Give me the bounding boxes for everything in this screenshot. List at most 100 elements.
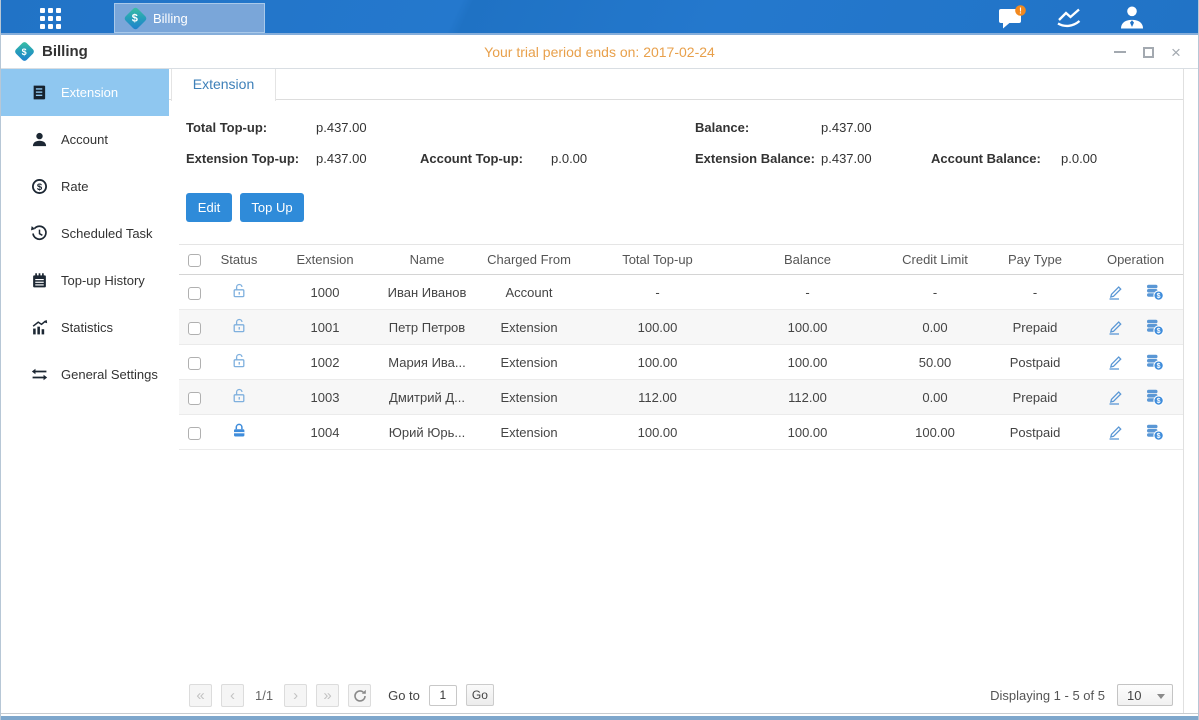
- go-button[interactable]: Go: [466, 684, 494, 706]
- lock-open-icon: [231, 317, 248, 334]
- first-page-icon[interactable]: «: [189, 684, 212, 707]
- col-name: Name: [381, 245, 473, 275]
- balance-label: Balance:: [695, 120, 749, 135]
- edit-pencil-icon[interactable]: [1107, 318, 1125, 336]
- statistics-topbar-icon[interactable]: [1056, 5, 1088, 34]
- cell-status: [209, 345, 269, 380]
- topup-coins-icon[interactable]: $: [1145, 388, 1164, 406]
- app-body: Extension Account $ Rate Scheduled Task: [1, 69, 1198, 714]
- lock-open-icon: [231, 282, 248, 299]
- svg-text:$: $: [1156, 293, 1160, 300]
- main-content: Extension Total Top-up: p.437.00 Balance…: [169, 69, 1198, 713]
- cell-charged-from: Extension: [473, 310, 585, 345]
- close-icon[interactable]: ×: [1168, 44, 1184, 60]
- cell-balance: -: [730, 275, 885, 310]
- apps-grid-icon[interactable]: [40, 8, 61, 29]
- row-checkbox[interactable]: [188, 357, 201, 370]
- sidebar-item-statistics[interactable]: Statistics: [1, 304, 169, 351]
- topup-coins-icon[interactable]: $: [1145, 318, 1164, 336]
- edit-pencil-icon[interactable]: [1107, 283, 1125, 301]
- user-icon[interactable]: [1118, 5, 1146, 34]
- chevron-down-icon: [1157, 694, 1165, 699]
- maximize-icon[interactable]: [1140, 44, 1156, 60]
- col-balance: Balance: [730, 245, 885, 275]
- row-checkbox[interactable]: [188, 322, 201, 335]
- topup-coins-icon[interactable]: $: [1145, 353, 1164, 371]
- col-status: Status: [209, 245, 269, 275]
- cell-name: Петр Петров: [381, 310, 473, 345]
- row-checkbox[interactable]: [188, 392, 201, 405]
- cell-extension: 1001: [269, 310, 381, 345]
- col-charged-from: Charged From: [473, 245, 585, 275]
- select-all-checkbox[interactable]: [188, 254, 201, 267]
- sidebar-item-scheduled-task[interactable]: Scheduled Task: [1, 210, 169, 257]
- next-page-icon[interactable]: ›: [284, 684, 307, 707]
- sidebar-item-general-settings[interactable]: General Settings: [1, 351, 169, 398]
- table-row[interactable]: 1002 Мария Ива... Extension 100.00 100.0…: [179, 345, 1186, 380]
- total-topup-label: Total Top-up:: [186, 120, 267, 135]
- row-checkbox[interactable]: [188, 427, 201, 440]
- tab-extension[interactable]: Extension: [171, 69, 276, 101]
- sidebar-item-label: Scheduled Task: [61, 226, 153, 241]
- sidebar-item-account[interactable]: Account: [1, 116, 169, 163]
- row-checkbox[interactable]: [188, 287, 201, 300]
- displaying-info: Displaying 1 - 5 of 5: [990, 688, 1105, 703]
- top-up-button[interactable]: Top Up: [240, 193, 304, 222]
- cell-extension: 1003: [269, 380, 381, 415]
- edit-pencil-icon[interactable]: [1107, 423, 1125, 441]
- extension-balance-label: Extension Balance:: [695, 151, 815, 166]
- billing-app-tab[interactable]: $ Billing: [114, 3, 265, 33]
- badge-exclamation: !: [1019, 6, 1022, 15]
- cell-total-topup: -: [585, 275, 730, 310]
- cell-extension: 1000: [269, 275, 381, 310]
- sidebar-item-label: Top-up History: [61, 273, 145, 288]
- col-operation: Operation: [1085, 245, 1186, 275]
- statistics-icon: [31, 319, 48, 336]
- prev-page-icon[interactable]: ‹: [221, 684, 244, 707]
- last-page-icon[interactable]: »: [316, 684, 339, 707]
- col-extension: Extension: [269, 245, 381, 275]
- page-size-dropdown[interactable]: 10: [1117, 684, 1173, 706]
- cell-pay-type: Prepaid: [985, 380, 1085, 415]
- cell-pay-type: Prepaid: [985, 310, 1085, 345]
- cell-extension: 1004: [269, 415, 381, 450]
- cell-name: Юрий Юрь...: [381, 415, 473, 450]
- total-topup-value: p.437.00: [316, 120, 367, 135]
- edit-pencil-icon[interactable]: [1107, 388, 1125, 406]
- cell-credit-limit: 0.00: [885, 310, 985, 345]
- col-total-topup: Total Top-up: [585, 245, 730, 275]
- edit-button[interactable]: Edit: [186, 193, 232, 222]
- sidebar-item-rate[interactable]: $ Rate: [1, 163, 169, 210]
- account-topup-value: p.0.00: [551, 151, 587, 166]
- cell-name: Иван Иванов: [381, 275, 473, 310]
- sidebar-item-label: General Settings: [61, 367, 158, 382]
- rate-icon: $: [31, 178, 48, 195]
- page-size-value: 10: [1127, 688, 1141, 703]
- cell-status: [209, 310, 269, 345]
- lock-closed-icon: [231, 422, 248, 439]
- cell-total-topup: 100.00: [585, 415, 730, 450]
- cell-operation: $: [1085, 345, 1186, 380]
- sidebar-item-extension[interactable]: Extension: [1, 69, 169, 116]
- sidebar-item-label: Account: [61, 132, 108, 147]
- titlebar: $ Billing Your trial period ends on: 201…: [1, 35, 1198, 69]
- minimize-icon[interactable]: [1112, 44, 1128, 60]
- sidebar-item-label: Rate: [61, 179, 88, 194]
- topup-coins-icon[interactable]: $: [1145, 283, 1164, 301]
- refresh-icon[interactable]: [348, 684, 371, 707]
- table-row[interactable]: 1004 Юрий Юрь... Extension 100.00 100.00…: [179, 415, 1186, 450]
- sidebar-item-topup-history[interactable]: Top-up History: [1, 257, 169, 304]
- topup-history-icon: [31, 272, 48, 289]
- svg-text:$: $: [37, 182, 43, 193]
- table-row[interactable]: 1003 Дмитрий Д... Extension 112.00 112.0…: [179, 380, 1186, 415]
- cell-charged-from: Extension: [473, 380, 585, 415]
- table-row[interactable]: 1000 Иван Иванов Account - - - - $: [179, 275, 1186, 310]
- messages-icon[interactable]: !: [998, 5, 1030, 35]
- edit-pencil-icon[interactable]: [1107, 353, 1125, 371]
- col-credit-limit: Credit Limit: [885, 245, 985, 275]
- table-row[interactable]: 1001 Петр Петров Extension 100.00 100.00…: [179, 310, 1186, 345]
- topup-coins-icon[interactable]: $: [1145, 423, 1164, 441]
- goto-page-input[interactable]: [429, 685, 457, 706]
- cell-name: Мария Ива...: [381, 345, 473, 380]
- svg-text:$: $: [1156, 328, 1160, 335]
